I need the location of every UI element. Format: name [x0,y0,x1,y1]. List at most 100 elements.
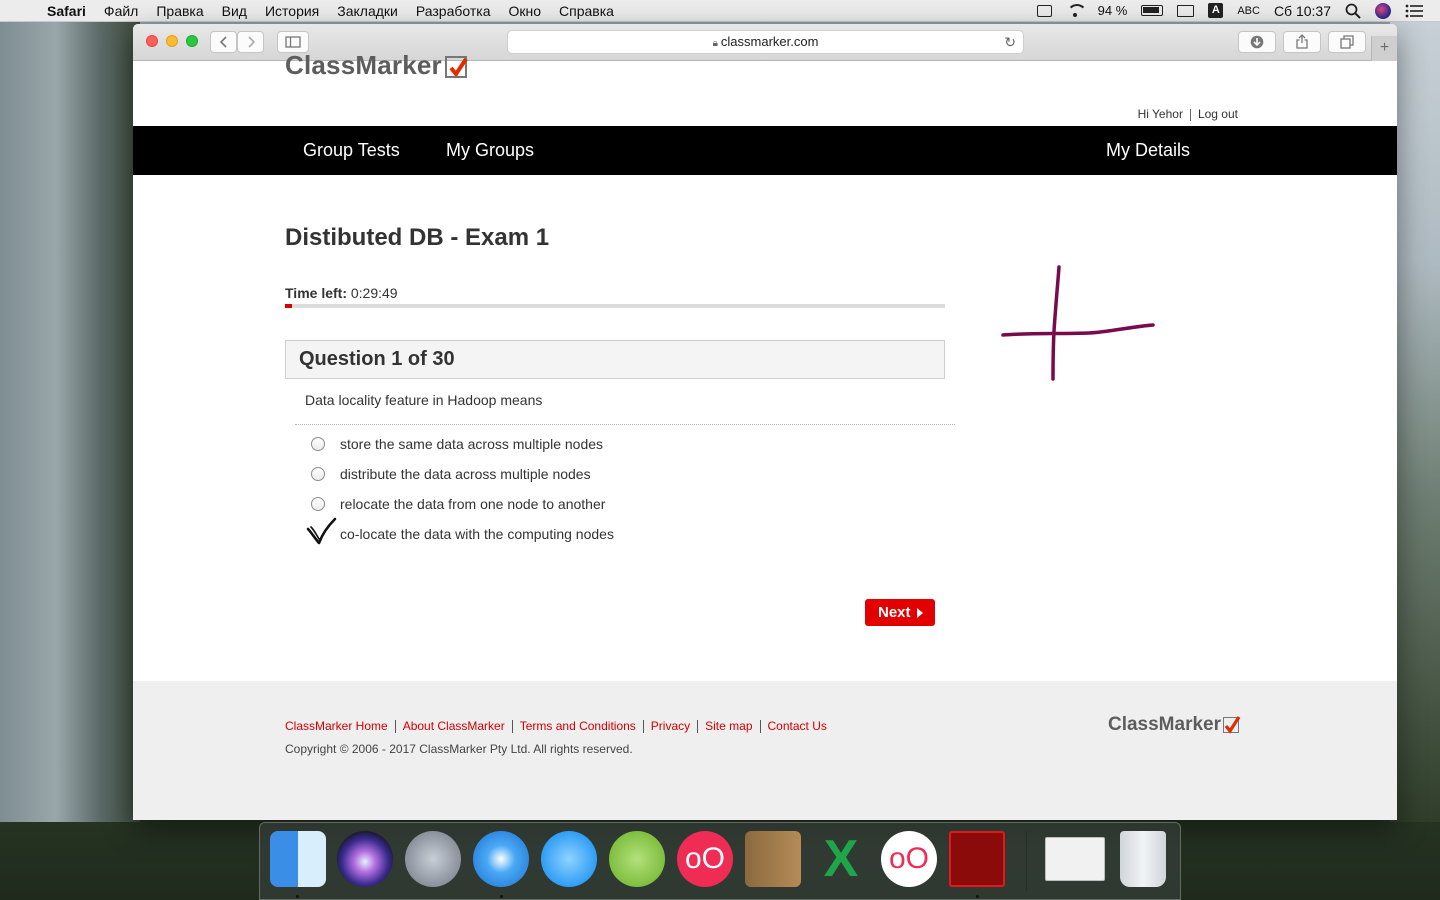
answer-radio[interactable] [311,437,325,451]
launchpad-icon[interactable] [405,831,461,887]
time-progress-bar [285,304,945,308]
contacts-icon[interactable] [745,831,801,887]
greeting-link[interactable]: Hi Yehor [1138,107,1183,121]
page-footer: ClassMarker Home About ClassMarker Terms a… [133,681,1397,820]
oo-red-icon[interactable]: oO [677,831,733,887]
menu-window[interactable]: Окно [499,0,550,22]
zoom-window-button[interactable] [186,35,198,47]
new-tab-button[interactable]: + [1371,36,1397,61]
footer-logo[interactable]: ClassMarker [1108,714,1241,736]
menu-app-name[interactable]: Safari [38,0,95,22]
time-left-label: Time left: [285,285,347,301]
running-indicator [296,895,299,898]
menu-file[interactable]: Файл [95,0,147,22]
clock[interactable]: Сб 10:37 [1267,0,1338,22]
classmarker-logo[interactable]: ClassMarker [285,50,468,81]
safari-icon[interactable] [473,831,529,887]
answer-label[interactable]: distribute the data across multiple node… [340,466,591,482]
footer-link-sitemap[interactable]: Site map [705,719,752,733]
answer-label[interactable]: store the same data across multiple node… [340,436,603,452]
notification-center-icon[interactable] [1398,4,1430,18]
forward-button[interactable] [237,31,264,53]
desktop-wallpaper-left [0,22,140,822]
footer-link-privacy[interactable]: Privacy [651,719,690,733]
lock-icon: 🔒︎ [712,38,718,49]
close-window-button[interactable] [146,35,158,47]
preview-window-icon[interactable] [1045,837,1105,881]
footer-link-home[interactable]: ClassMarker Home [285,719,388,733]
menu-bookmarks[interactable]: Закладки [328,0,407,22]
battery-icon[interactable] [1134,5,1170,16]
next-label: Next [878,604,911,621]
menu-bar: Safari Файл Правка Вид История Закладки … [0,0,1440,22]
divider [642,720,644,734]
spotlight-icon[interactable] [1338,3,1368,19]
nav-group-tests[interactable]: Group Tests [303,126,400,175]
downloads-button[interactable] [1238,31,1276,53]
display-mirror-icon[interactable] [1030,4,1059,17]
divider [511,720,513,734]
answer-label[interactable]: co-locate the data with the computing no… [340,526,614,542]
answer-option[interactable]: relocate the data from one node to anoth… [311,494,605,514]
address-bar[interactable]: 🔒︎ classmarker.com ↻ [507,30,1024,54]
menu-history[interactable]: История [256,0,328,22]
reload-icon[interactable]: ↻ [1004,31,1016,53]
desktop-wallpaper-right [1390,22,1440,822]
answer-radio[interactable] [311,467,325,481]
safari-window: 🔒︎ classmarker.com ↻ + ClassMarker Hi Yeh… [133,24,1397,820]
answer-label[interactable]: relocate the data from one node to anoth… [340,496,605,512]
siri-menubar-icon[interactable] [1368,2,1398,19]
arrow-right-icon [916,608,923,619]
logo-check-icon [1223,716,1241,734]
menu-view[interactable]: Вид [213,0,256,22]
answer-option[interactable]: store the same data across multiple node… [311,434,603,454]
minimize-window-button[interactable] [166,35,178,47]
answer-option[interactable]: distribute the data across multiple node… [311,464,591,484]
answer-option[interactable]: co-locate the data with the computing no… [311,524,614,544]
footer-link-about[interactable]: About ClassMarker [403,719,505,733]
android-studio-icon[interactable] [609,831,665,887]
logout-link[interactable]: Log out [1198,107,1238,121]
acrobat-icon[interactable] [949,831,1005,887]
footer-links: ClassMarker Home About ClassMarker Terms a… [285,719,827,734]
question-text: Data locality feature in Hadoop means [305,392,543,408]
share-button[interactable] [1283,31,1321,53]
divider [697,720,699,734]
oo-white-icon[interactable]: oO [881,831,937,887]
logo-check-icon [444,56,468,79]
dock-separator [1026,831,1027,891]
airplay-icon[interactable] [1170,4,1201,17]
menu-edit[interactable]: Правка [147,0,212,22]
finder-icon[interactable] [270,831,326,887]
divider [394,720,396,734]
input-source-badge[interactable]: A [1201,3,1230,18]
battery-percent[interactable]: 94 % [1091,0,1135,22]
answer-radio[interactable] [311,497,325,511]
time-left: Time left: 0:29:49 [285,285,398,301]
messages-icon[interactable] [541,831,597,887]
tabs-overview-button[interactable] [1328,31,1366,53]
time-progress-fill [285,304,292,308]
main-nav: Group Tests My Groups My Details [133,126,1397,175]
menu-develop[interactable]: Разработка [407,0,500,22]
siri-icon[interactable] [337,831,393,887]
user-links: Hi Yehor Log out [1138,107,1238,121]
back-button[interactable] [210,31,237,53]
exam-title: Distibuted DB - Exam 1 [285,224,550,251]
menu-help[interactable]: Справка [550,0,623,22]
excel-icon[interactable]: X [813,831,869,887]
time-left-value: 0:29:49 [350,285,398,301]
footer-link-contact[interactable]: Contact Us [768,719,827,733]
question-header: Question 1 of 30 [285,340,945,379]
trash-icon[interactable] [1120,831,1166,887]
nav-my-groups[interactable]: My Groups [446,126,534,175]
url-text: classmarker.com [720,34,819,49]
wifi-icon[interactable] [1059,3,1091,18]
next-button[interactable]: Next [865,599,935,626]
nav-my-details[interactable]: My Details [1106,126,1190,175]
input-source-label[interactable]: ABC [1230,0,1267,22]
running-indicator [976,895,979,898]
divider [1189,108,1191,121]
footer-link-terms[interactable]: Terms and Conditions [520,719,636,733]
web-page: ClassMarker Hi Yehor Log out Group Tests … [133,50,1397,820]
